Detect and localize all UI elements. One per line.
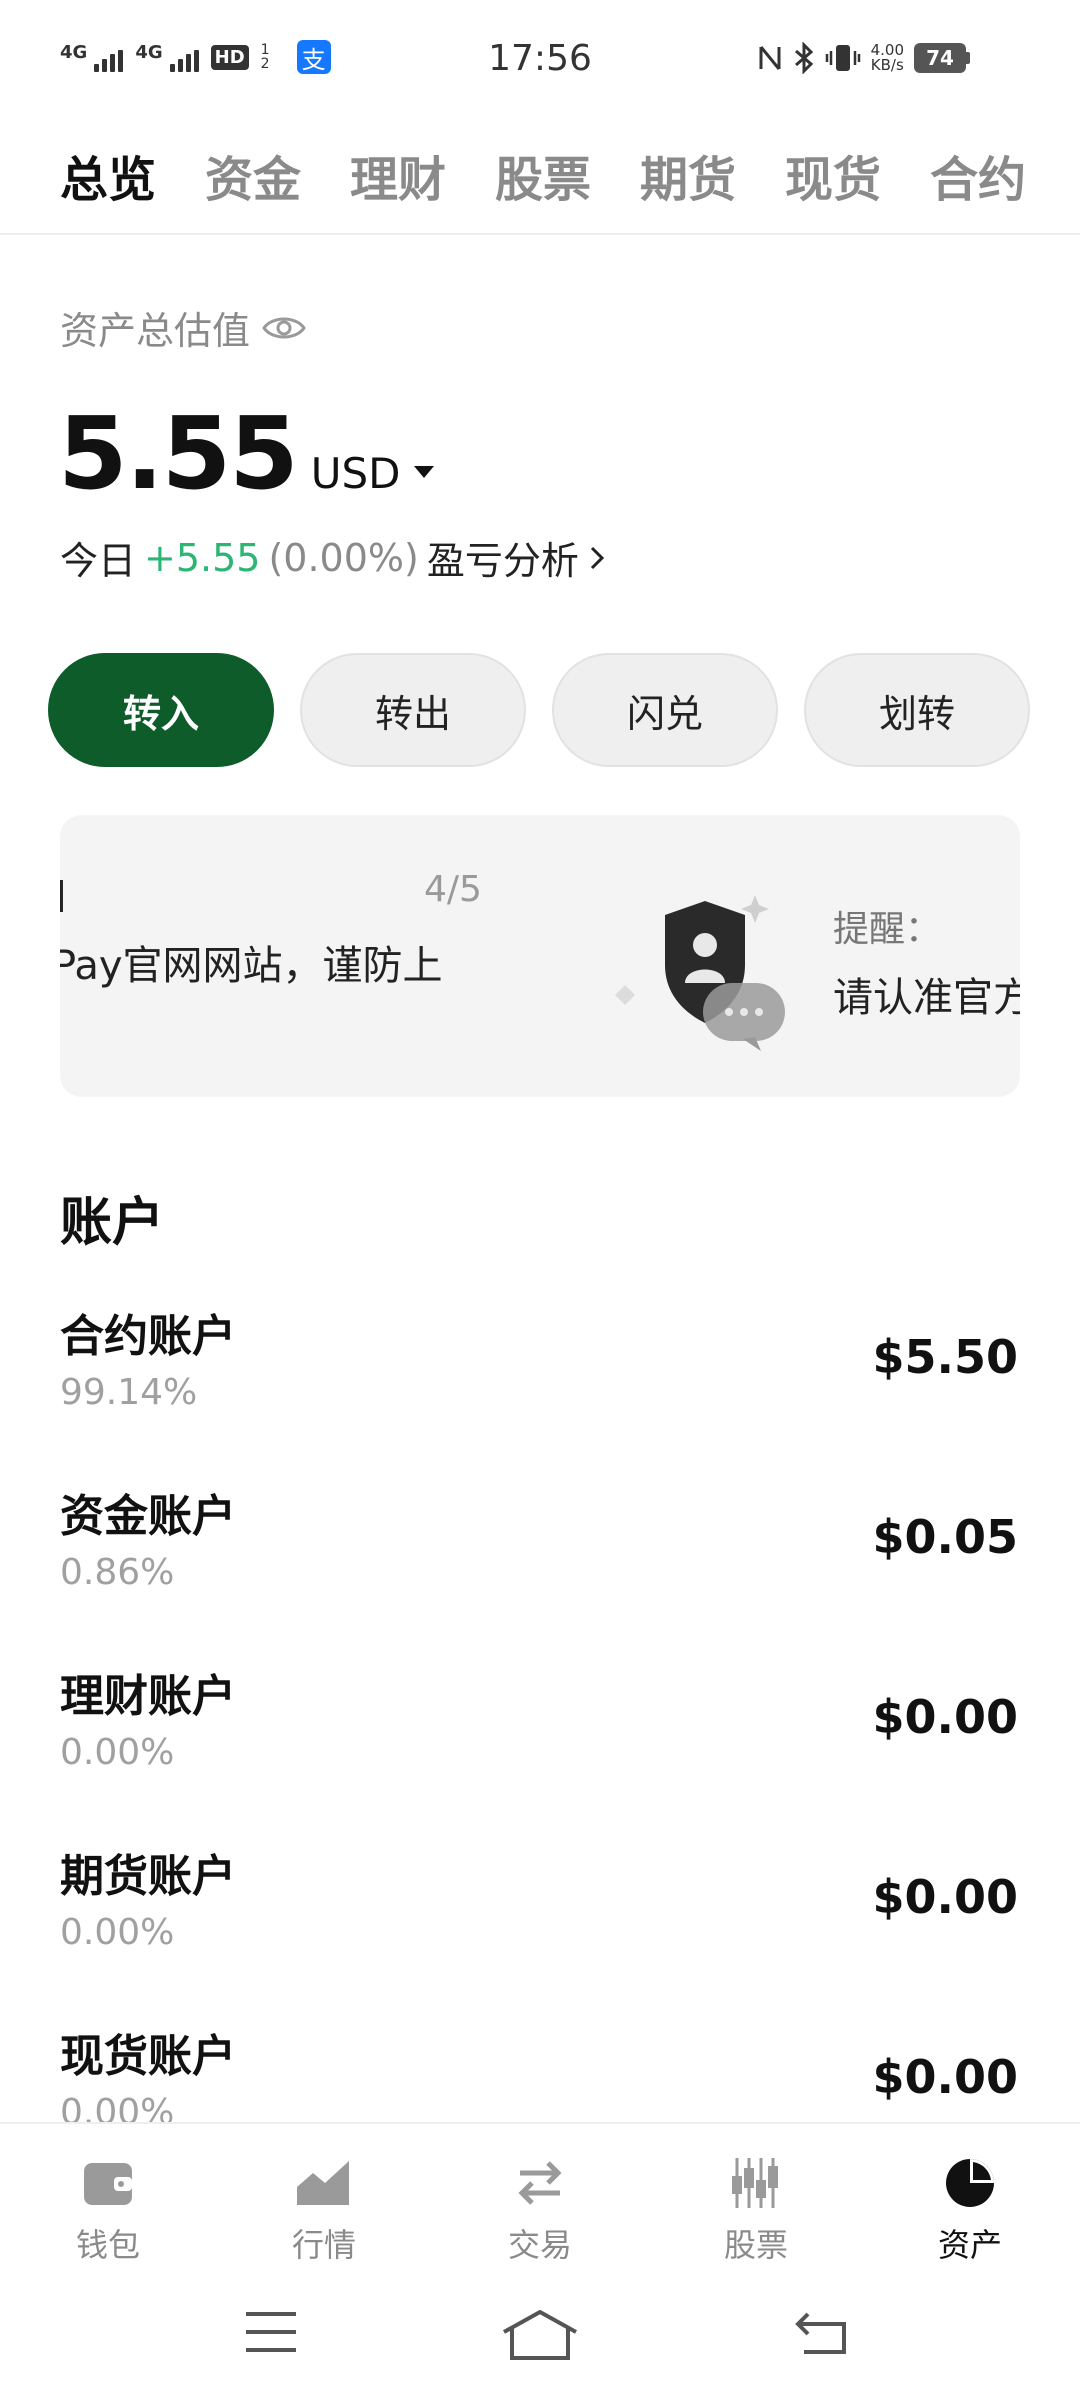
nav-stocks-label: 股票 [723,2226,788,2264]
account-amount: $0.05 [872,1510,1018,1564]
transfer-button[interactable]: 划转 [804,653,1030,767]
account-row-contract[interactable]: 合约账户 99.14% $5.50 [0,1300,1080,1470]
wallet-icon [38,2154,178,2212]
nav-assets-label: 资产 [937,2226,1002,2264]
banner-remind-label: 提醒： [833,909,942,950]
nav-wallet[interactable]: 钱包 [38,2154,178,2266]
tab-funding[interactable]: 资金 [205,140,301,210]
pnl-analysis-link[interactable]: 盈亏分析 [427,530,579,585]
status-bar: 4G 4G HD 1 2 支 17:56 4.00 KB/s 74 [0,0,1080,110]
account-share: 0.86% [60,1552,175,1593]
account-amount: $0.00 [872,2050,1018,2104]
nav-trade-label: 交易 [507,2226,572,2264]
battery-icon: 74 [914,43,970,73]
speed-unit: KB/s [870,56,904,74]
account-amount: $0.00 [872,1870,1018,1924]
account-share: 0.00% [60,1732,175,1773]
stock-candles-icon [686,2154,826,2212]
account-name: 合约账户 [60,1311,236,1362]
currency-selector[interactable]: USD [311,449,401,498]
account-amount: $5.50 [872,1330,1018,1384]
nav-market[interactable]: 行情 [254,2154,394,2266]
caret-down-icon[interactable] [414,466,435,478]
account-row-futures[interactable]: 期货账户 0.00% $0.00 [0,1840,1080,2010]
today-pnl-value: +5.55 [144,535,261,580]
total-asset-label-text: 资产总估值 [60,309,251,353]
bluetooth-icon [794,42,813,74]
account-name: 资金账户 [60,1491,236,1542]
eye-icon[interactable] [262,313,306,343]
total-asset-label: 资产总估值 [60,300,306,355]
vibrate-icon [825,45,860,71]
nav-stocks[interactable]: 股票 [686,2154,826,2266]
system-nav-bar [0,2270,1080,2400]
tab-contracts[interactable]: 合约 [930,140,1026,210]
nav-trade[interactable]: 交易 [470,2154,610,2266]
account-share: 0.00% [60,1912,175,1953]
back-icon[interactable] [794,2310,850,2356]
assets-pie-icon [900,2154,1040,2212]
status-right: 4.00 KB/s 74 [757,42,970,74]
tab-earn[interactable]: 理财 [350,140,446,210]
bottom-nav: 钱包 行情 交易 股票 资产 [0,2122,1080,2268]
account-share: 99.14% [60,1372,198,1413]
today-label: 今日 [60,539,137,583]
battery-level: 74 [914,43,966,73]
tab-overview[interactable]: 总览 [60,140,156,210]
announcement-banner[interactable]: ] 4/5 Pay官网网站，谨防上 提醒： 请认准官方 [60,815,1020,1097]
account-row-funding[interactable]: 资金账户 0.86% $0.05 [0,1480,1080,1650]
deposit-button[interactable]: 转入 [48,653,274,767]
account-name: 理财账户 [60,1671,236,1722]
home-icon[interactable] [502,2310,578,2360]
shield-warning-icon [615,895,785,1051]
nav-market-label: 行情 [291,2226,356,2264]
banner-remind-text: 请认准官方 [833,975,1020,1021]
total-asset-amount: 5.55 [58,395,299,512]
assets-page: 4G 4G HD 1 2 支 17:56 4.00 KB/s 74 总览 资金 … [0,0,1080,2400]
category-tabs: 总览 资金 理财 股票 期货 现货 合约 [0,120,1080,235]
menu-icon[interactable] [244,2310,298,2354]
withdraw-button[interactable]: 转出 [300,653,526,767]
today-pnl-percent: (0.00%) [268,535,419,580]
convert-button[interactable]: 闪兑 [552,653,778,767]
market-chart-icon [254,2154,394,2212]
account-amount: $0.00 [872,1690,1018,1744]
tab-spot[interactable]: 现货 [785,140,881,210]
chevron-right-icon[interactable] [587,544,607,572]
account-name: 期货账户 [60,1851,236,1902]
account-name: 现货账户 [60,2031,236,2082]
today-pnl-row: 今日 +5.55 (0.00%) 盈亏分析 [60,530,607,585]
accounts-title: 账户 [60,1193,165,1253]
tab-stocks[interactable]: 股票 [495,140,591,210]
network-speed: 4.00 KB/s [871,43,904,73]
account-row-earn[interactable]: 理财账户 0.00% $0.00 [0,1660,1080,1830]
total-asset-value: 5.55 USD [58,395,435,512]
banner-fragment-text: Pay官网网站，谨防上 [60,943,443,989]
banner-page-counter: 4/5 [424,869,482,910]
tab-futures[interactable]: 期货 [640,140,736,210]
nav-wallet-label: 钱包 [75,2226,140,2264]
banner-fragment-top: ] [60,875,66,916]
nav-assets[interactable]: 资产 [900,2154,1040,2266]
nfc-icon [759,46,781,70]
trade-arrows-icon [470,2154,610,2212]
